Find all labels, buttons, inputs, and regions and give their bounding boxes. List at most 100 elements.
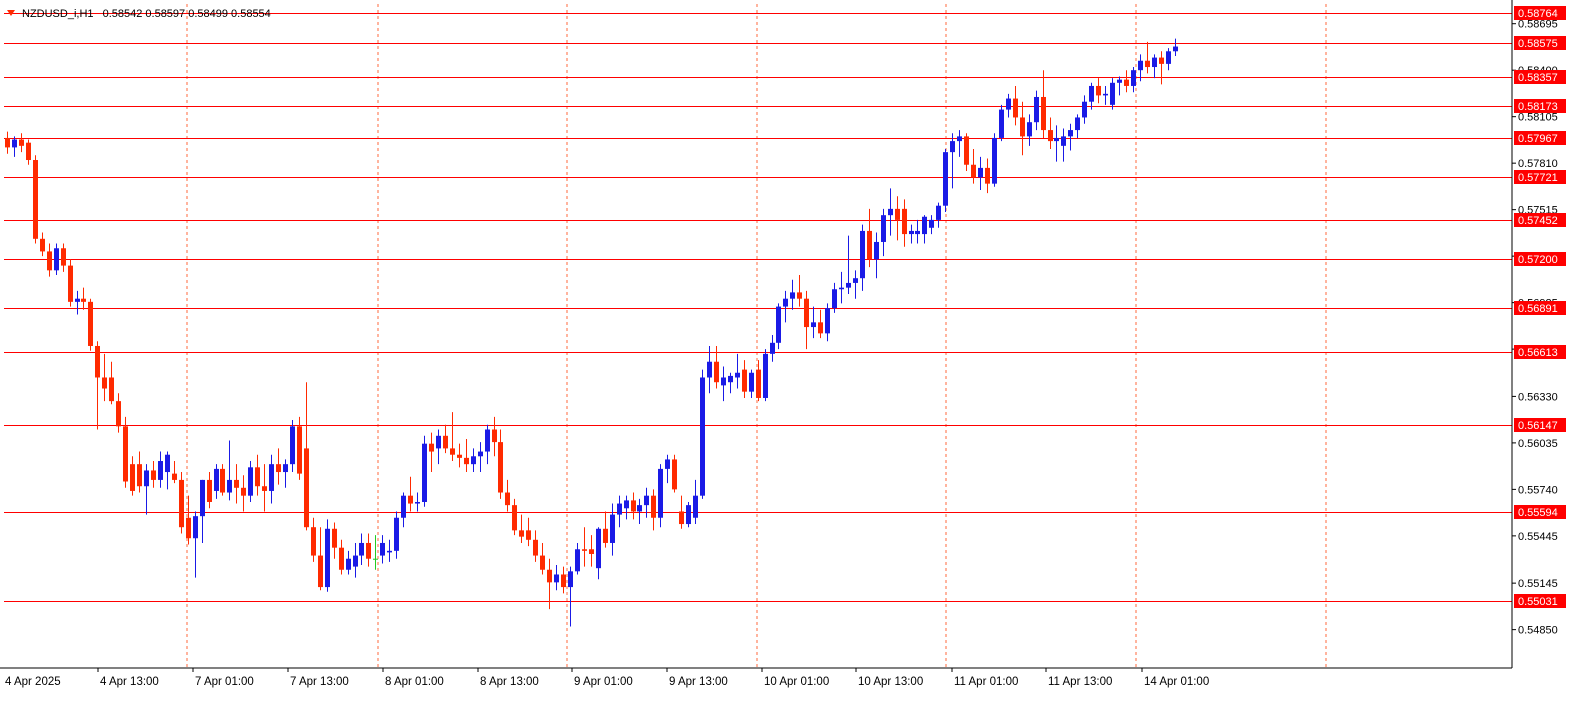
level-price-badge[interactable]: 0.57721: [1514, 170, 1566, 184]
level-price-badge[interactable]: 0.55594: [1514, 505, 1566, 519]
candle-body: [1138, 60, 1143, 71]
candle[interactable]: [88, 298, 93, 351]
candle-body: [88, 301, 93, 346]
candle-body: [804, 298, 809, 328]
chart-canvas[interactable]: 0.586950.584000.581050.578100.575150.572…: [0, 0, 1586, 703]
candle[interactable]: [220, 464, 225, 496]
candle[interactable]: [700, 369, 705, 499]
candle-body: [234, 479, 239, 488]
level-price-badge[interactable]: 0.58173: [1514, 99, 1566, 113]
price-tick-label: 0.58105: [1518, 112, 1558, 124]
candle-body: [749, 372, 754, 392]
candle[interactable]: [686, 501, 691, 528]
candle-body: [714, 361, 719, 383]
candle-body: [443, 435, 448, 449]
candle-body: [985, 167, 990, 184]
candle-body: [311, 527, 316, 556]
level-price-badge[interactable]: 0.58575: [1514, 36, 1566, 50]
candle[interactable]: [325, 519, 330, 592]
candle-body: [957, 136, 962, 142]
candle-body: [339, 547, 344, 570]
candle-body: [40, 238, 45, 252]
time-tick-label: 11 Apr 13:00: [1048, 676, 1112, 688]
candle-body: [651, 495, 656, 518]
candle[interactable]: [672, 454, 677, 493]
level-price-badge[interactable]: 0.57452: [1514, 213, 1566, 227]
candle-body: [137, 464, 142, 487]
price-tick-label: 0.58695: [1518, 19, 1558, 31]
level-price-badge[interactable]: 0.56891: [1514, 301, 1566, 315]
candle-body: [707, 361, 712, 378]
candle[interactable]: [179, 472, 184, 534]
candle-body: [478, 451, 483, 457]
candle[interactable]: [297, 416, 302, 480]
candle-body: [214, 468, 219, 491]
candle-body: [575, 549, 580, 572]
candle-body: [1068, 130, 1073, 137]
level-badge-text: 0.58764: [1518, 8, 1558, 20]
level-price-badge[interactable]: 0.56147: [1514, 418, 1566, 432]
candle-body: [12, 139, 17, 148]
price-chart[interactable]: 0.586950.584000.581050.578100.575150.572…: [0, 0, 1586, 703]
candle-body: [728, 375, 733, 383]
time-tick-label: 7 Apr 13:00: [290, 676, 349, 688]
candle-body: [408, 495, 413, 504]
candle-body: [561, 574, 566, 588]
candle-body: [179, 479, 184, 528]
candle[interactable]: [54, 243, 59, 276]
candle[interactable]: [992, 133, 997, 187]
candle-body: [505, 492, 510, 506]
symbol-name: NZDUSD_i,H1: [22, 8, 94, 20]
time-tick-label: 9 Apr 01:00: [574, 676, 633, 688]
candle[interactable]: [943, 148, 948, 213]
candle-body: [1152, 57, 1157, 68]
candle-body: [929, 219, 934, 228]
candle-body: [1124, 79, 1129, 86]
time-tick-label: 4 Apr 13:00: [100, 676, 159, 688]
candle[interactable]: [999, 104, 1004, 142]
candle-body: [116, 401, 121, 427]
level-price-badge[interactable]: 0.58357: [1514, 70, 1566, 84]
candle-body: [860, 230, 865, 279]
candle[interactable]: [1110, 78, 1115, 110]
candle[interactable]: [123, 416, 128, 488]
candle-body: [839, 287, 844, 290]
candle-body: [151, 470, 156, 480]
candle-body: [26, 142, 31, 161]
candle-body: [19, 139, 24, 146]
candle-body: [867, 230, 872, 260]
candle-body: [693, 495, 698, 518]
candle[interactable]: [68, 259, 73, 307]
ohlc-values: 0.58542 0.58597 0.58499 0.58554: [103, 8, 271, 20]
candle-body: [422, 443, 427, 502]
candle-body: [1166, 51, 1171, 64]
candle[interactable]: [33, 155, 38, 244]
level-price-badge[interactable]: 0.57967: [1514, 131, 1566, 145]
level-price-badge[interactable]: 0.58764: [1514, 6, 1566, 20]
candle-body: [971, 164, 976, 178]
price-tick-label: 0.55445: [1518, 531, 1558, 543]
level-price-badge[interactable]: 0.55031: [1514, 594, 1566, 608]
candle-body: [950, 141, 955, 153]
candle[interactable]: [776, 303, 781, 350]
candle-body: [568, 571, 573, 588]
candle-body: [637, 505, 642, 512]
candle-body: [742, 369, 747, 392]
candle[interactable]: [763, 349, 768, 402]
candle[interactable]: [422, 435, 427, 507]
candle[interactable]: [658, 464, 663, 528]
candle-body: [526, 530, 531, 540]
candle-body: [1027, 122, 1032, 137]
candle-body: [978, 167, 983, 178]
candle-body: [269, 464, 274, 491]
level-price-badge[interactable]: 0.57200: [1514, 252, 1566, 266]
candle-body: [915, 230, 920, 235]
candle-body: [881, 215, 886, 242]
candle-body: [790, 292, 795, 299]
candle-body: [1110, 82, 1115, 105]
candle-body: [1054, 137, 1059, 142]
level-price-badge[interactable]: 0.56613: [1514, 345, 1566, 359]
candle-body: [109, 377, 114, 402]
candle-body: [436, 435, 441, 449]
candle-body: [797, 292, 802, 299]
